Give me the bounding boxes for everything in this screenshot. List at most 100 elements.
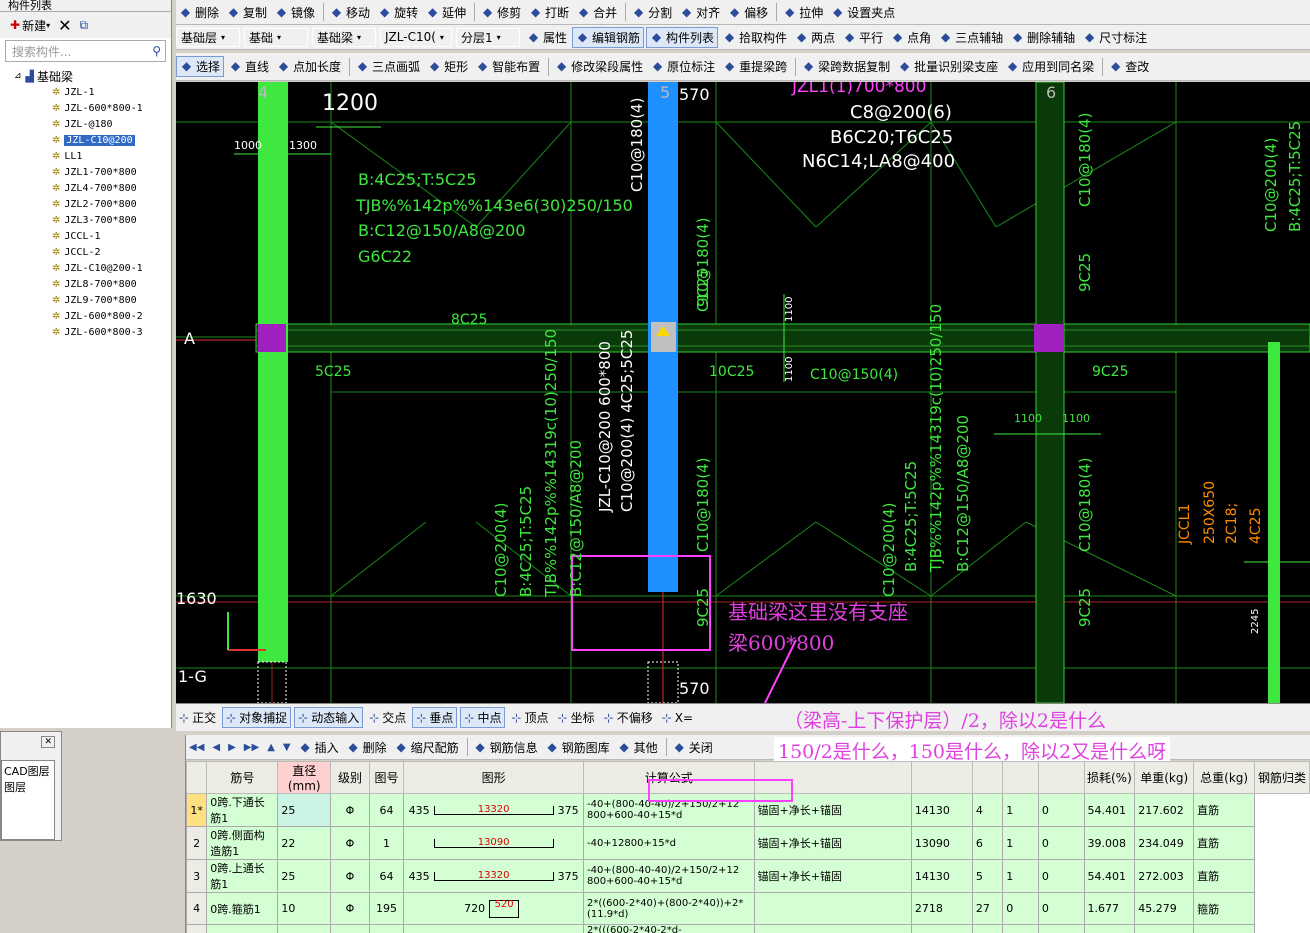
cell-formula[interactable]: 2*((600-2*40)+(800-2*40))+2*(11.9*d) [582, 892, 755, 925]
toolbar-button[interactable]: ◆ 旋转 [375, 2, 421, 23]
column-header[interactable]: 图形 [403, 761, 584, 794]
cell-name[interactable]: 0跨.侧面构造筋1 [206, 826, 279, 860]
toolbar-button[interactable]: ◆ 删除 [344, 737, 390, 758]
snap-button[interactable]: ⊹ 正交 [176, 707, 219, 728]
cad-canvas[interactable]: B:4C25;T:5C25 TJB%%142p%%143e6(30)250/15… [176, 82, 1310, 703]
tree-item[interactable]: ✲ JZL3-700*800 [14, 212, 171, 228]
snap-button[interactable]: ⊹ 交点 [366, 707, 409, 728]
row-index[interactable]: 5 [186, 924, 208, 933]
row-index[interactable]: 3 [186, 859, 208, 893]
cell-total[interactable]: 234.049 [1134, 826, 1195, 860]
row-index[interactable]: 1* [186, 793, 208, 827]
cell-total[interactable]: 272.003 [1134, 859, 1195, 893]
search-input[interactable]: 搜索构件... ⚲ [5, 40, 166, 62]
nav-arrow-icon[interactable]: ▶ [225, 737, 239, 758]
column-header[interactable] [910, 761, 973, 794]
cell-shape[interactable]: 435 13320 375 [403, 793, 584, 827]
tree-item[interactable]: ✲ JZL-600*800-2 [14, 308, 171, 324]
search-icon[interactable]: ⚲ [152, 44, 161, 58]
cell-loss[interactable]: 0 [1037, 793, 1085, 827]
table-row[interactable]: 3 0跨.上通长筋1 25 Φ 64 435 13320 375 -40+(800-40-40)… [186, 859, 1310, 893]
cell-formula[interactable]: 2*(((600-2*40-2*d-25)/4*2+25)+(800-2*40)… [582, 924, 755, 933]
table-row[interactable]: 50跨.箍筋210Φ195 2*(((600-2*40-2*d-25)/4*2+2… [186, 924, 1310, 933]
new-button[interactable]: ✚ 新建 ▾ [10, 17, 50, 34]
cell-total[interactable] [1134, 924, 1195, 933]
layer-select[interactable]: 基础梁 ▾ [312, 27, 376, 47]
cell-name[interactable]: 0跨.下通长筋1 [206, 793, 279, 827]
cell-len[interactable]: 2012 [910, 924, 973, 933]
snap-button[interactable]: ⊹ 垂点 [412, 707, 458, 728]
cell-grade[interactable]: Φ [330, 924, 370, 933]
toolbar-button[interactable]: ◆ 点加长度 [274, 56, 344, 77]
cell-grade[interactable]: Φ [330, 859, 370, 893]
cell-formula[interactable]: -40+12800+15*d [582, 826, 755, 860]
cell-loss[interactable]: 0 [1037, 859, 1085, 893]
toolbar-button[interactable]: ◆ 三点辅轴 [936, 27, 1006, 48]
table-row[interactable]: 2 0跨.侧面构造筋1 22 Φ 1 13090 -40+12800+15*d 锚固+净长+锚… [186, 826, 1310, 860]
cell-type[interactable]: 直筋 [1193, 826, 1256, 860]
toolbar-button[interactable]: ◆ 移动 [327, 2, 373, 23]
toolbar-button[interactable]: ◆ 智能布置 [473, 56, 543, 77]
snap-button[interactable]: ⊹ X= [659, 707, 696, 728]
tree-item[interactable]: ✲ JZL8-700*800 [14, 276, 171, 292]
column-header[interactable]: 直径(mm) [277, 761, 332, 794]
toolbar-button[interactable]: ◆ 矩形 [425, 56, 471, 77]
column-header[interactable] [971, 761, 1004, 794]
tree-item[interactable]: ✲ JZL-C10@200 [14, 132, 171, 148]
cad-layer-window[interactable]: ✕ CAD图层 图层 [0, 731, 62, 841]
cell-shape[interactable]: 435 13320 375 [403, 859, 584, 893]
toolbar-button[interactable]: ◆ 插入 [296, 737, 342, 758]
cell-desc[interactable] [753, 892, 912, 925]
snap-button[interactable]: ⊹ 中点 [460, 707, 506, 728]
nav-arrow-icon[interactable]: ▼ [280, 737, 294, 758]
table-row[interactable]: 4 0跨.箍筋1 10 Φ 195 720 520 2*((600-2*40)+(800-2*… [186, 892, 1310, 925]
cell-c1[interactable] [1002, 924, 1039, 933]
column-header[interactable] [1002, 761, 1039, 794]
cell-c1[interactable]: 1 [1002, 826, 1039, 860]
cell-fig[interactable]: 195 [368, 924, 405, 933]
tree-item[interactable]: ✲ JZL-600*800-3 [14, 324, 171, 340]
cell-cnt[interactable]: 5 [971, 859, 1004, 893]
cell-shape[interactable] [403, 924, 584, 933]
nav-arrow-icon[interactable]: ▶▶ [241, 737, 262, 758]
layer-item-1[interactable]: CAD图层 [4, 763, 52, 779]
cell-total[interactable]: 217.602 [1134, 793, 1195, 827]
tree-item[interactable]: ✲ JCCL-1 [14, 228, 171, 244]
toolbar-button[interactable]: ◆ 钢筋图库 [543, 737, 613, 758]
tree-item[interactable]: ✲ JZL4-700*800 [14, 180, 171, 196]
toolbar-button[interactable]: ◆ 合并 [574, 2, 620, 23]
cell-c1[interactable]: 1 [1002, 793, 1039, 827]
delete-icon[interactable]: ✕ [58, 16, 71, 35]
toolbar-button[interactable]: ◆ 分割 [629, 2, 675, 23]
cell-unit[interactable]: 54.401 [1083, 793, 1136, 827]
tree-item[interactable]: ✲ JZL-600*800-1 [14, 100, 171, 116]
cell-unit[interactable]: 39.008 [1083, 826, 1136, 860]
toolbar-button[interactable]: ◆ 尺寸标注 [1080, 27, 1150, 48]
cell-name[interactable]: 0跨.上通长筋1 [206, 859, 279, 893]
toolbar-button[interactable]: ◆ 选择 [176, 56, 225, 77]
tree-item[interactable]: ✲ LL1 [14, 148, 171, 164]
cell-unit[interactable]: 54.401 [1083, 859, 1136, 893]
toolbar-button[interactable]: ◆ 属性 [524, 27, 570, 48]
cell-dia[interactable]: 25 [277, 793, 332, 827]
cell-shape[interactable]: 13090 [403, 826, 584, 860]
toolbar-button[interactable]: ◆ 两点 [792, 27, 838, 48]
column-header[interactable]: 图号 [368, 761, 405, 794]
copy-icon[interactable]: ⧉ [80, 18, 89, 33]
snap-button[interactable]: ⊹ 不偏移 [601, 707, 656, 728]
cell-desc[interactable]: 锚固+净长+锚固 [753, 859, 912, 893]
cell-cnt[interactable]: 27 [971, 892, 1004, 925]
toolbar-button[interactable]: ◆ 构件列表 [646, 26, 719, 48]
toolbar-button[interactable]: ◆ 镜像 [272, 2, 318, 23]
tree-item[interactable]: ✲ JZL-C10@200-1 [14, 260, 171, 276]
cell-len[interactable]: 14130 [910, 859, 973, 893]
toolbar-button[interactable]: ◆ 修剪 [478, 2, 524, 23]
cell-type[interactable]: 箍筋 [1193, 924, 1256, 933]
toolbar-button[interactable]: ◆ 复制 [224, 2, 270, 23]
toolbar-button[interactable]: ◆ 编辑钢筋 [572, 26, 645, 48]
cell-c1[interactable]: 1 [1002, 859, 1039, 893]
cell-cnt[interactable] [971, 924, 1004, 933]
cell-shape[interactable]: 720 520 [403, 892, 584, 925]
cell-fig[interactable]: 195 [368, 892, 405, 925]
layer-select[interactable]: JZL-C10(▾ [380, 27, 452, 47]
